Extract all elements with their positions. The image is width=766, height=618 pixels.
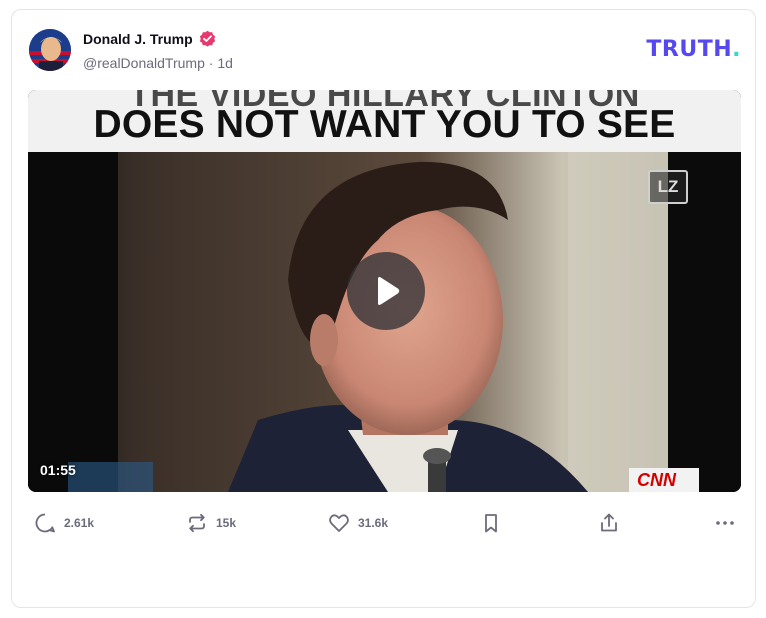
video-player[interactable]: THE VIDEO HILLARY CLINTON DOES NOT WANT … (28, 90, 741, 492)
logo-text: TRUTH (646, 37, 733, 62)
channel-watermark: LZ (648, 170, 688, 204)
bookmark-icon (485, 514, 497, 533)
heart-icon (329, 514, 349, 532)
like-count: 31.6k (358, 516, 389, 530)
reply-icon (35, 513, 55, 533)
more-icon (716, 521, 734, 525)
author-display-name[interactable]: Donald J. Trump (83, 31, 193, 47)
video-duration: 01:55 (40, 462, 76, 478)
repost-icon (189, 513, 205, 533)
avatar-image (29, 29, 71, 71)
meta-separator: · (208, 55, 214, 71)
reply-count: 2.61k (64, 516, 95, 530)
share-icon (601, 513, 617, 532)
bookmark-button[interactable] (480, 512, 502, 534)
play-icon (378, 277, 400, 305)
video-caption-band: THE VIDEO HILLARY CLINTON DOES NOT WANT … (28, 90, 741, 152)
post-card: Donald J. Trump @realDonaldTrump · 1d TR… (11, 9, 756, 608)
truth-logo[interactable]: TRUTH. (646, 37, 741, 62)
play-button[interactable] (347, 252, 425, 330)
more-button[interactable] (714, 512, 736, 534)
share-button[interactable] (598, 512, 620, 534)
logo-dot: . (732, 37, 741, 62)
network-watermark-text: CNN (637, 470, 676, 490)
reply-button[interactable]: 2.61k (34, 512, 94, 534)
author-name-row: Donald J. Trump (83, 30, 216, 47)
author-handle[interactable]: @realDonaldTrump (83, 55, 205, 71)
network-watermark: CNN (629, 468, 699, 492)
post-actions: 2.61k 15k 31.6k (34, 512, 744, 536)
avatar[interactable] (29, 29, 71, 71)
post-age[interactable]: 1d (217, 55, 233, 71)
like-button[interactable]: 31.6k (328, 512, 388, 534)
author-meta: @realDonaldTrump · 1d (83, 55, 233, 71)
repost-button[interactable]: 15k (186, 512, 236, 534)
video-caption: DOES NOT WANT YOU TO SEE (93, 103, 676, 146)
repost-count: 15k (216, 516, 237, 530)
verified-badge-icon (199, 30, 216, 47)
